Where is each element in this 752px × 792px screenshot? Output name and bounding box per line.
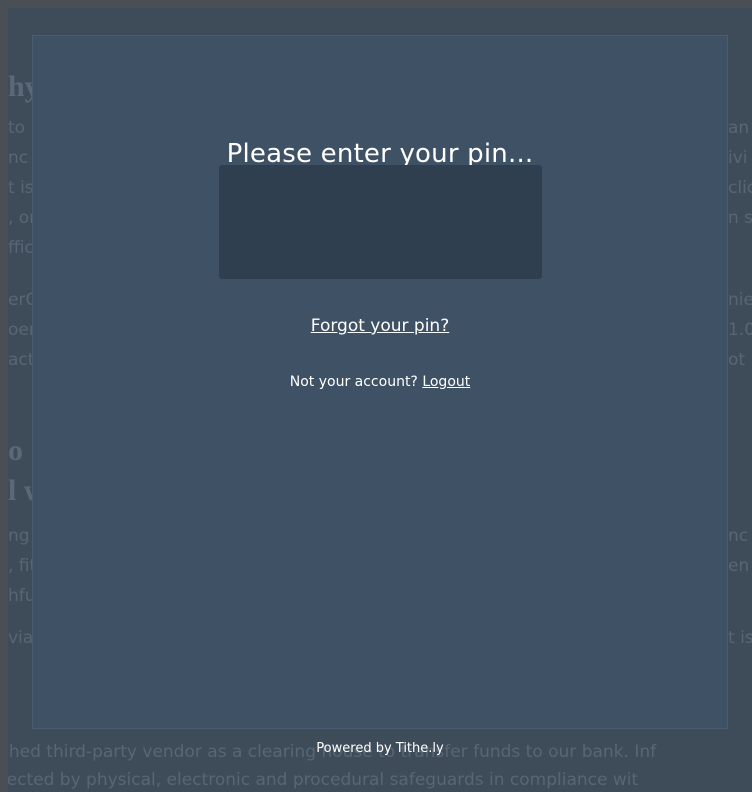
background-text: , fit	[8, 556, 37, 576]
background-text: nc	[8, 148, 29, 168]
powered-by-text: Powered by Tithe.ly	[316, 741, 444, 756]
background-text: ot	[728, 350, 746, 370]
background-text: an	[728, 118, 750, 138]
background-text: t is	[8, 178, 34, 198]
forgot-pin-row: Forgot your pin?	[33, 316, 727, 336]
background-text: tected by physical, electronic and proce…	[8, 770, 639, 790]
background-text: , or	[8, 208, 37, 228]
background-text: 1.0	[728, 320, 752, 340]
background-text: oer	[8, 320, 36, 340]
background-text: t is	[728, 628, 752, 648]
background-text: clic	[728, 178, 752, 198]
logout-link[interactable]: Logout	[422, 374, 470, 390]
background-text: n st	[728, 208, 752, 228]
background-text: en	[728, 556, 750, 576]
background-text: nie	[728, 290, 752, 310]
background-text: via	[8, 628, 34, 648]
forgot-pin-link[interactable]: Forgot your pin?	[311, 316, 449, 336]
pin-modal: Please enter your pin... Forgot your pin…	[33, 36, 727, 756]
pin-input[interactable]	[219, 165, 542, 279]
background-text: to l	[8, 118, 36, 138]
background-heading: o	[8, 434, 23, 467]
background-text: ffic	[8, 238, 34, 258]
background-text: ivi	[728, 148, 748, 168]
logout-row: Not your account? Logout	[33, 374, 727, 390]
background-text: nc	[728, 526, 749, 546]
not-your-account-text: Not your account?	[289, 374, 423, 390]
background-text: hfu	[8, 586, 36, 606]
background-text: act	[8, 350, 35, 370]
